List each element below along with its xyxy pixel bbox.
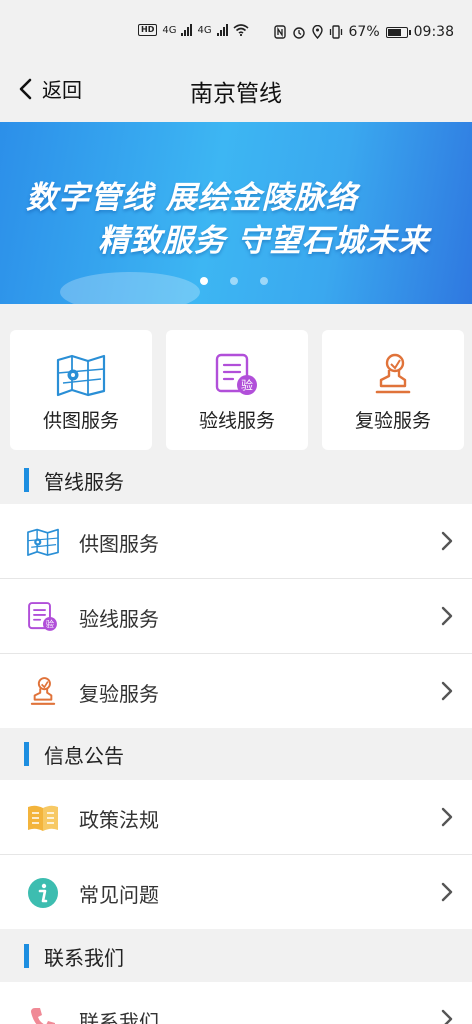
chevron-right-icon [441,1009,453,1024]
list-item-contact[interactable]: 联系我们 [0,982,472,1024]
list-item-label: 常见问题 [79,883,159,907]
chevron-right-icon [441,531,453,551]
chevron-right-icon [441,882,453,902]
list-item-map-service[interactable]: 供图服务 [0,504,472,578]
map-icon [55,352,107,398]
chevron-right-icon [441,681,453,701]
signal-icon [216,24,228,36]
banner-slogan-line-1: 数字管线 展绘金陵脉络 [26,180,358,216]
status-right: 67% 09:38 [273,24,454,40]
stamp-icon [26,675,60,709]
nav-bar: 返回 南京管线 [0,64,472,120]
nfc-icon [273,25,286,39]
wifi-icon [233,24,249,36]
section-accent-bar [24,944,29,968]
section-accent-bar [24,742,29,766]
list-item-label: 政策法规 [79,808,159,832]
list-item-recheck-service[interactable]: 复验服务 [0,654,472,728]
book-icon [26,801,60,835]
verify-badge-text: 验 [46,619,55,629]
vibrate-icon [329,25,342,39]
battery-icon [385,26,411,38]
card-verify-service[interactable]: 验 验线服务 [166,330,308,450]
carousel-dot[interactable] [260,277,268,285]
chevron-right-icon [441,807,453,827]
section-header-contact: 联系我们 [0,932,472,978]
list-item-label: 供图服务 [79,532,159,556]
card-label: 验线服务 [198,410,275,432]
card-map-service[interactable]: 供图服务 [10,330,152,450]
section-title: 联系我们 [44,946,124,970]
quick-service-cards: 供图服务 验 验线服务 复验服务 [10,330,464,450]
carousel-indicator [200,277,268,285]
clock: 09:38 [413,24,454,40]
list-item-policy[interactable]: 政策法规 [0,780,472,854]
carousel-dot[interactable] [230,277,238,285]
document-verify-icon: 验 [26,600,60,634]
list-item-label: 联系我们 [79,1010,159,1024]
status-bar: HD 4G 4G 67% 09:38 [0,0,472,64]
section-header-info: 信息公告 [0,730,472,776]
signal-icon [181,24,193,36]
alarm-icon [292,27,305,39]
chevron-right-icon [441,606,453,626]
map-icon [26,525,60,559]
document-verify-icon: 验 [211,352,263,398]
network-type-1: 4G [162,24,177,36]
banner-decoration [60,272,200,304]
verify-badge-text: 验 [241,378,253,393]
section-header-pipeline: 管线服务 [0,456,472,502]
section-title: 管线服务 [44,470,124,494]
stamp-icon [367,352,419,398]
card-label: 复验服务 [354,410,431,432]
network-type-2: 4G [197,24,212,36]
list-item-label: 复验服务 [79,682,159,706]
list-item-faq[interactable]: 常见问题 [0,855,472,929]
list-item-verify-service[interactable]: 验 验线服务 [0,579,472,653]
banner-slogan-line-2: 精致服务 守望石城未来 [98,223,430,259]
hd-badge: HD [138,24,158,36]
card-recheck-service[interactable]: 复验服务 [322,330,464,450]
battery-percent: 67% [348,24,380,40]
page-title: 南京管线 [190,81,282,107]
network-indicators: HD 4G 4G [138,24,249,36]
card-label: 供图服务 [42,410,119,432]
banner-carousel[interactable]: 数字管线 展绘金陵脉络 精致服务 守望石城未来 [0,122,472,304]
section-accent-bar [24,468,29,492]
section-title: 信息公告 [44,744,124,768]
list-item-label: 验线服务 [79,607,159,631]
location-icon [311,25,323,39]
info-icon [26,876,60,910]
carousel-dot[interactable] [200,277,208,285]
phone-icon [26,1003,60,1024]
